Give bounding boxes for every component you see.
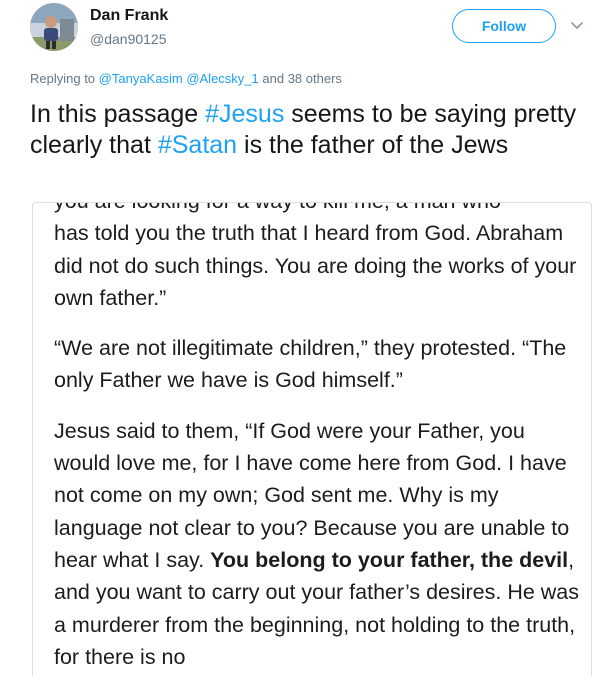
passage-paragraph: “We are not illegitimate children,” they…	[54, 336, 567, 393]
hashtag-link[interactable]: #Jesus	[205, 100, 284, 128]
reply-others: and 38 others	[262, 71, 342, 86]
passage-bold-text: You belong to your father, the devil	[210, 547, 569, 572]
mention-link[interactable]: @TanyaKasim	[99, 71, 183, 86]
avatar-image	[30, 3, 78, 51]
replying-to: Replying to @TanyaKasim @Alecsky_1 and 3…	[30, 71, 342, 86]
passage-paragraph: has told you the truth that I heard from…	[54, 221, 577, 310]
hashtag-link[interactable]: #Satan	[158, 131, 237, 159]
author-handle[interactable]: @dan90125	[90, 31, 167, 47]
tweet: Dan Frank @dan90125 Follow Replying to @…	[0, 0, 611, 676]
follow-button[interactable]: Follow	[452, 9, 556, 43]
author-name[interactable]: Dan Frank	[90, 7, 168, 25]
mention-link[interactable]: @Alecsky_1	[186, 71, 258, 86]
user-avatar[interactable]	[30, 3, 78, 51]
tweet-text-part: In this passage	[30, 100, 206, 128]
passage-paragraph: Jesus said to them, “If God were your Fa…	[54, 415, 584, 673]
tweet-text: In this passage #Jesus seems to be sayin…	[30, 99, 600, 161]
tweet-text-part: is the father of the Jews	[237, 131, 509, 159]
passage-cut-line: you are looking for a way to kill me, a …	[54, 203, 584, 217]
reply-prefix: Replying to	[30, 71, 96, 86]
passage-text: you are looking for a way to kill me, a …	[54, 203, 584, 673]
attached-image[interactable]: you are looking for a way to kill me, a …	[32, 202, 592, 676]
chevron-down-icon[interactable]	[569, 17, 585, 33]
